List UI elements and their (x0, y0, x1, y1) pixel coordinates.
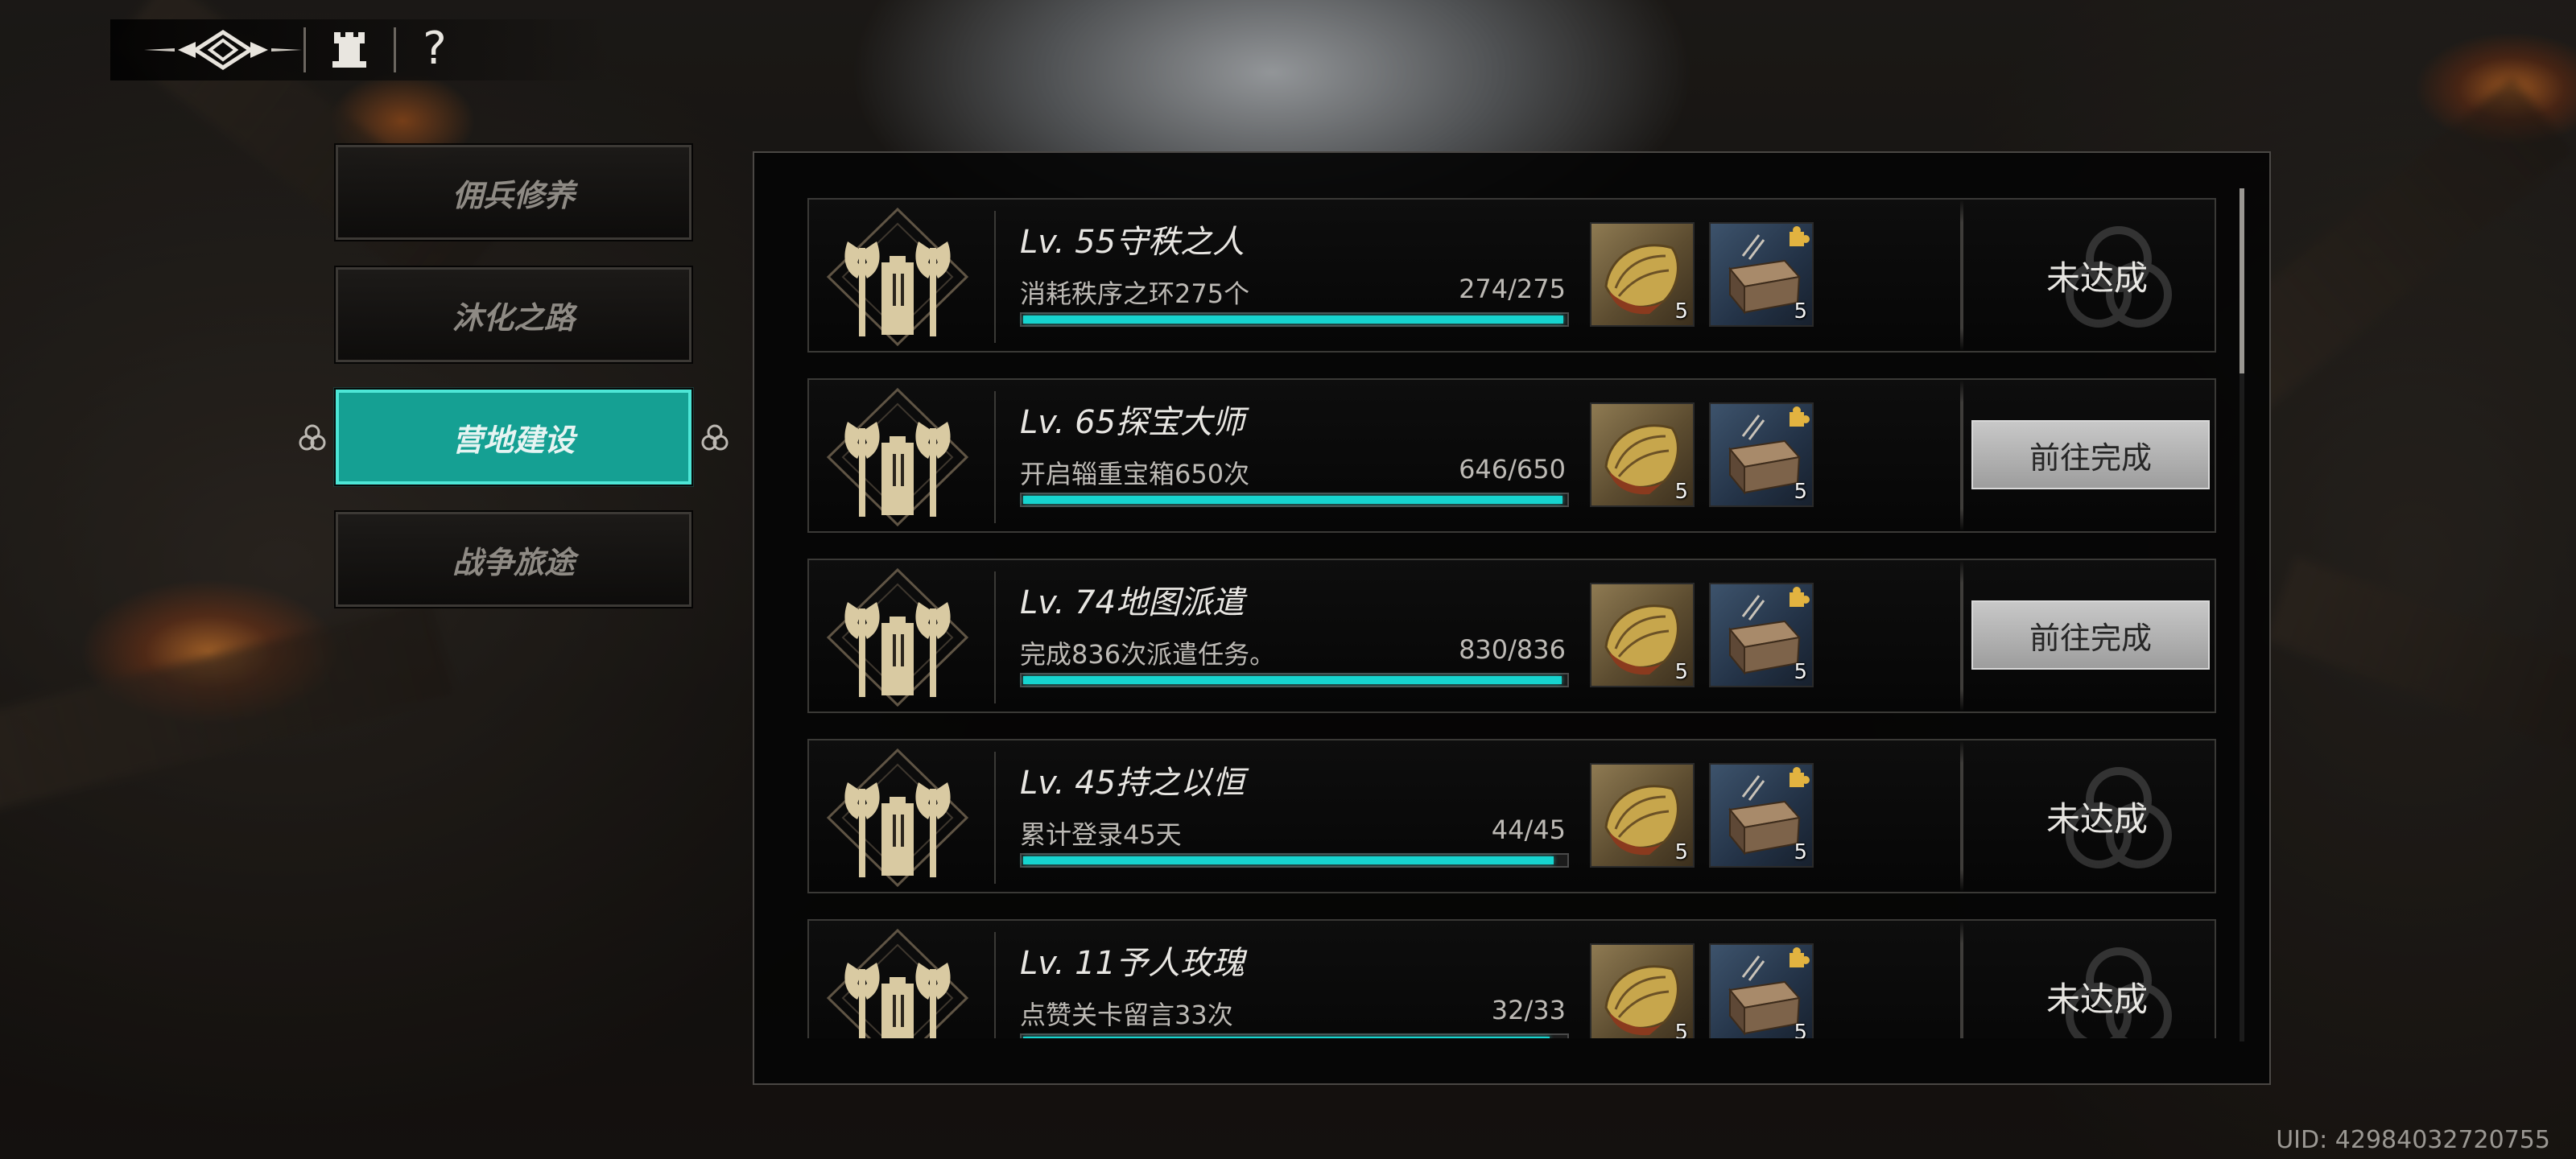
gold-shell-item-icon[interactable]: 5 (1590, 222, 1695, 327)
tab-ornament-right-icon (700, 419, 733, 459)
achievement-row: Lv. 74地图派遣 完成836次派遣任务。 830/836 5 5 前往完成 (807, 559, 2216, 713)
status-not-achieved: 未达成 (1984, 947, 2210, 1038)
achievement-panel: Lv. 55守秩之人 消耗秩序之环275个 274/275 5 5 未达成 Lv… (753, 151, 2271, 1085)
axe-emblem-icon (825, 386, 970, 528)
tab-road-of-transformation[interactable]: 沐化之路 (334, 266, 693, 364)
progress-bar (1020, 493, 1569, 507)
axe-emblem-icon (825, 927, 970, 1038)
achievement-description: 开启辎重宝箱650次 (1020, 459, 1250, 489)
chest-item-icon[interactable]: 5 (1709, 402, 1814, 507)
top-toolbar: ? (110, 19, 609, 80)
triquetra-watermark-icon (2058, 758, 2179, 879)
help-icon[interactable]: ? (415, 23, 455, 76)
gold-shell-item-icon[interactable]: 5 (1590, 402, 1695, 507)
tab-war-journey[interactable]: 战争旅途 (334, 510, 693, 608)
axe-emblem-icon (825, 567, 970, 708)
progress-count: 44/45 (1491, 815, 1566, 845)
tower-icon[interactable] (328, 29, 371, 71)
triquetra-watermark-icon (2058, 217, 2179, 338)
gold-shell-item-icon[interactable]: 5 (1590, 943, 1695, 1038)
achievement-list[interactable]: Lv. 55守秩之人 消耗秩序之环275个 274/275 5 5 未达成 Lv… (807, 198, 2216, 1038)
tab-camp-construction[interactable]: 营地建设 (334, 388, 693, 486)
progress-bar (1020, 312, 1569, 327)
chest-item-icon[interactable]: 5 (1709, 943, 1814, 1038)
achievement-title: Lv. 74地图派遣 (1020, 584, 1245, 621)
progress-count: 274/275 (1459, 274, 1566, 304)
chest-item-icon[interactable]: 5 (1709, 583, 1814, 687)
scrollbar-thumb[interactable] (2240, 188, 2244, 373)
user-id: UID: 42984032720755 (2276, 1126, 2550, 1154)
progress-count: 646/650 (1459, 454, 1566, 485)
progress-count: 32/33 (1491, 995, 1566, 1025)
achievement-title: Lv. 65探宝大师 (1020, 404, 1245, 441)
achievement-title: Lv. 11予人玫瑰 (1020, 945, 1245, 982)
progress-bar (1020, 673, 1569, 687)
achievement-description: 累计登录45天 (1020, 819, 1182, 850)
achievement-description: 消耗秩序之环275个 (1020, 278, 1250, 309)
achievement-row: Lv. 65探宝大师 开启辎重宝箱650次 646/650 5 5 前往完成 (807, 378, 2216, 533)
chest-item-icon[interactable]: 5 (1709, 763, 1814, 868)
gold-shell-item-icon[interactable]: 5 (1590, 763, 1695, 868)
go-complete-button[interactable]: 前往完成 (1971, 420, 2210, 489)
game-logo-icon[interactable] (142, 27, 303, 72)
achievement-row: Lv. 55守秩之人 消耗秩序之环275个 274/275 5 5 未达成 (807, 198, 2216, 353)
axe-emblem-icon (825, 206, 970, 348)
achievement-row: Lv. 45持之以恒 累计登录45天 44/45 5 5 未达成 (807, 739, 2216, 893)
achievement-description: 完成836次派遣任务。 (1020, 639, 1276, 670)
go-complete-button[interactable]: 前往完成 (1971, 600, 2210, 670)
status-not-achieved: 未达成 (1984, 767, 2210, 868)
axe-emblem-icon (825, 747, 970, 889)
toolbar-divider (303, 27, 306, 72)
status-not-achieved: 未达成 (1984, 226, 2210, 328)
progress-bar (1020, 853, 1569, 868)
gold-shell-item-icon[interactable]: 5 (1590, 583, 1695, 687)
progress-count: 830/836 (1459, 634, 1566, 665)
tab-mercenary-cultivation[interactable]: 佣兵修养 (334, 143, 693, 241)
achievement-title: Lv. 45持之以恒 (1020, 765, 1245, 802)
tab-ornament-left-icon (295, 419, 327, 459)
chest-item-icon[interactable]: 5 (1709, 222, 1814, 327)
progress-bar (1020, 1033, 1569, 1038)
achievement-title: Lv. 55守秩之人 (1020, 224, 1245, 261)
achievement-row: Lv. 11予人玫瑰 点赞关卡留言33次 32/33 5 5 未达成 (807, 919, 2216, 1038)
toolbar-divider (394, 27, 396, 72)
triquetra-watermark-icon (2058, 938, 2179, 1038)
achievement-description: 点赞关卡留言33次 (1020, 1000, 1233, 1030)
